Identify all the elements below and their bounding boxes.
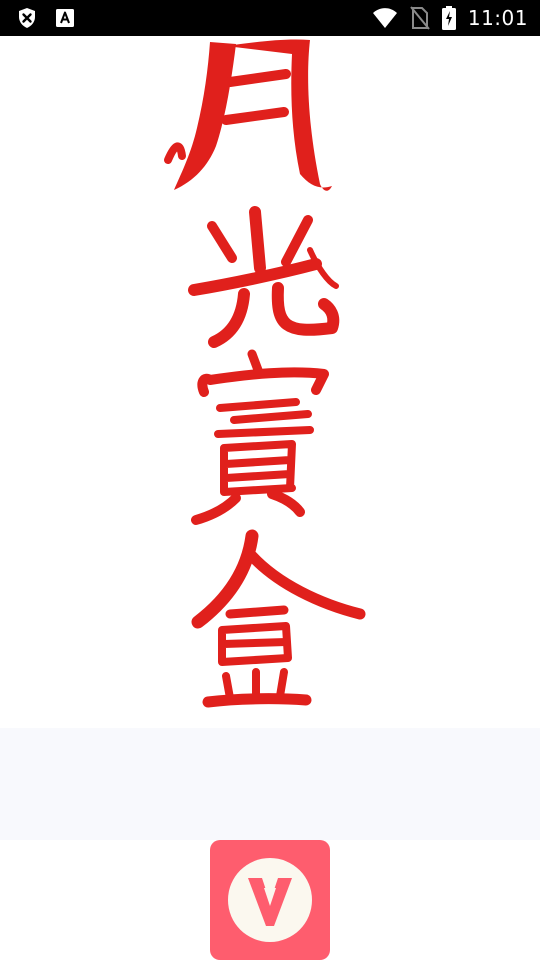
app-logo-circle: [228, 858, 312, 942]
splash-bottom-band: [0, 728, 540, 840]
screen: 11:01: [0, 0, 540, 960]
status-left-icons: [16, 7, 76, 29]
text-a-icon: [54, 7, 76, 29]
splash-area: [0, 36, 540, 728]
app-logo: [210, 840, 330, 960]
battery-charging-icon: [441, 6, 456, 30]
calligraphy-title-image: [160, 36, 380, 728]
shield-x-icon: [16, 7, 38, 29]
status-time: 11:01: [467, 6, 528, 30]
no-sim-icon: [410, 6, 430, 30]
wifi-icon: [372, 7, 398, 29]
v-logo-icon: [244, 872, 296, 928]
status-bar: 11:01: [0, 0, 540, 36]
status-right-icons: 11:01: [372, 0, 528, 36]
